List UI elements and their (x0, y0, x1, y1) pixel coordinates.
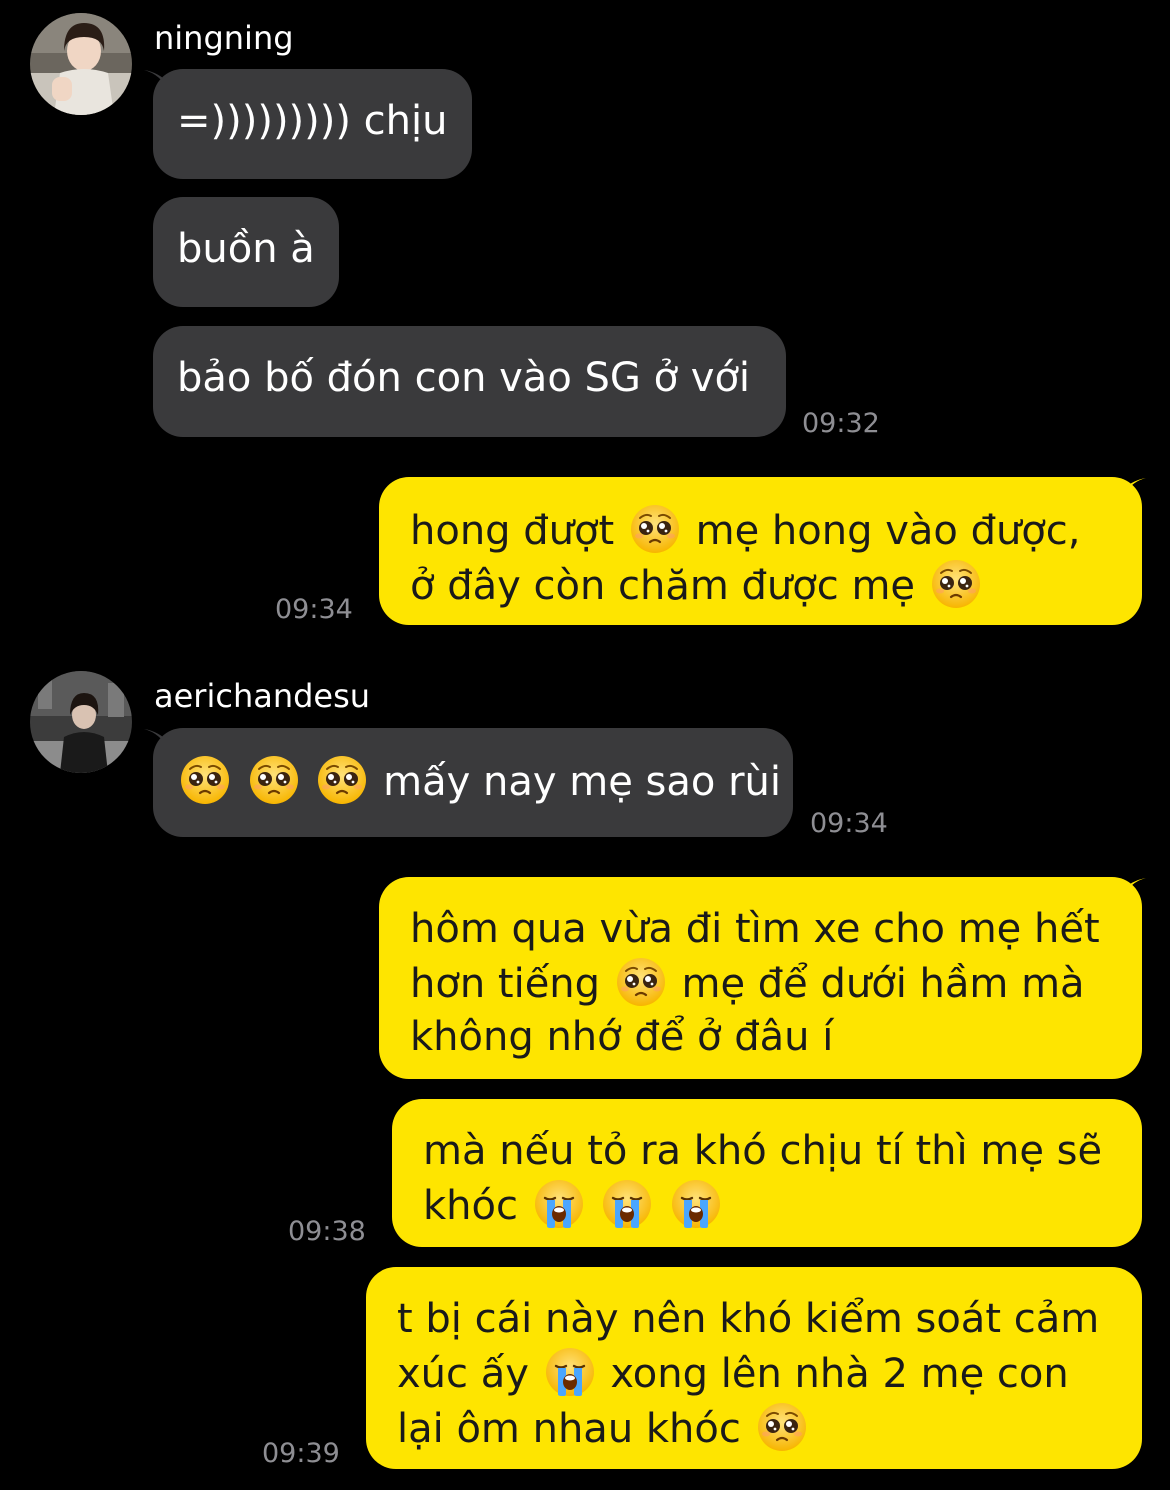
avatar-aerichandesu[interactable] (30, 671, 132, 773)
message-text: mấy nay mẹ sao rùi (370, 759, 782, 805)
loudly-crying-face-icon (670, 1178, 722, 1230)
loudly-crying-face-icon (544, 1346, 596, 1398)
message-bubble-incoming[interactable]: =))))))))) chịu (153, 69, 472, 179)
loudly-crying-face-icon (533, 1178, 585, 1230)
message-text: mẹ để dưới hầm mà (668, 961, 1085, 1007)
message-bubble-outgoing[interactable]: t bị cái này nên khó kiểm soát cảm xúc ấ… (366, 1267, 1142, 1469)
timestamp: 09:38 (288, 1216, 366, 1247)
pleading-face-icon (629, 503, 681, 555)
message-text: buồn à (177, 226, 315, 272)
bubble-tail (1120, 478, 1146, 500)
pleading-face-icon (615, 956, 667, 1008)
timestamp: 09:34 (810, 808, 888, 839)
sender-name: ningning (154, 19, 294, 57)
message-text: =))))))))) chịu (177, 98, 448, 144)
message-text: hôm qua vừa đi tìm xe cho mẹ hết (410, 906, 1100, 952)
avatar-ningning[interactable] (30, 13, 132, 115)
bubble-tail (1120, 878, 1146, 900)
message-text: bảo bố đón con vào SG ở với (177, 355, 751, 401)
message-text: mà nếu tỏ ra khó chịu tí thì mẹ sẽ (423, 1128, 1103, 1174)
timestamp: 09:34 (275, 594, 353, 625)
message-text: khóc (423, 1183, 531, 1229)
message-bubble-outgoing[interactable]: mà nếu tỏ ra khó chịu tí thì mẹ sẽ khóc (392, 1099, 1142, 1247)
timestamp: 09:39 (262, 1438, 340, 1469)
loudly-crying-face-icon (601, 1178, 653, 1230)
message-text: xúc ấy (397, 1351, 542, 1397)
message-text: không nhớ để ở đâu í (410, 1014, 834, 1060)
pleading-face-icon (316, 754, 368, 806)
sender-name: aerichandesu (154, 677, 371, 715)
message-bubble-outgoing[interactable]: hong đượt mẹ hong vào được, ở đây còn ch… (379, 477, 1142, 625)
message-text: lại ôm nhau khóc (397, 1406, 754, 1452)
message-text: hong đượt (410, 508, 627, 554)
timestamp: 09:32 (802, 408, 880, 439)
message-bubble-incoming[interactable]: bảo bố đón con vào SG ở với (153, 326, 786, 437)
pleading-face-icon (930, 558, 982, 610)
message-text: t bị cái này nên khó kiểm soát cảm (397, 1296, 1100, 1342)
message-text: xong lên nhà 2 mẹ con (597, 1351, 1069, 1397)
pleading-face-icon (756, 1401, 808, 1453)
message-text: hơn tiếng (410, 961, 613, 1007)
message-bubble-incoming[interactable]: mấy nay mẹ sao rùi (153, 728, 793, 837)
message-text: ở đây còn chăm được mẹ (410, 563, 928, 609)
message-bubble-incoming[interactable]: buồn à (153, 197, 339, 307)
pleading-face-icon (179, 754, 231, 806)
message-text: mẹ hong vào được, (682, 508, 1081, 554)
message-bubble-outgoing[interactable]: hôm qua vừa đi tìm xe cho mẹ hết hơn tiế… (379, 877, 1142, 1079)
pleading-face-icon (248, 754, 300, 806)
